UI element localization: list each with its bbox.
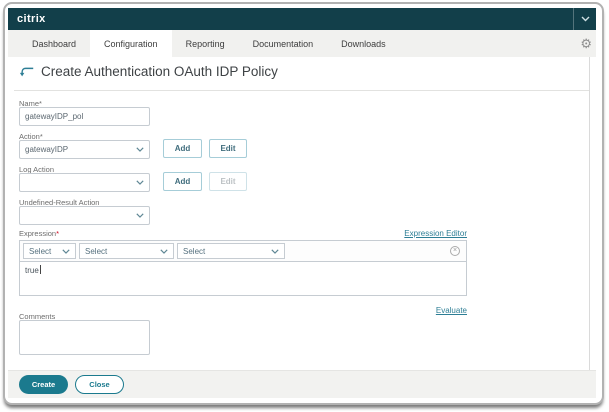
page-title: Create Authentication OAuth IDP Policy	[41, 64, 278, 79]
main-nav-tabs: Dashboard Configuration Reporting Docume…	[8, 30, 596, 57]
expression-select-3-value: Select	[183, 247, 205, 256]
action-select[interactable]: gatewayIDP	[19, 140, 150, 159]
chevron-down-icon	[136, 180, 144, 185]
brand-bar: citrix	[8, 8, 596, 30]
action-add-button[interactable]: Add	[163, 139, 202, 158]
text-cursor	[40, 265, 41, 274]
expression-label: Expression*	[19, 229, 59, 238]
action-select-value: gatewayIDP	[25, 145, 68, 154]
expression-toolbar: Select Select Select ×	[19, 240, 467, 262]
browser-screenshot-frame: citrix Dashboard Configuration Reporting…	[3, 2, 604, 405]
citrix-logo: citrix	[17, 13, 46, 25]
scrollbar-track[interactable]	[589, 57, 590, 370]
close-button[interactable]: Close	[75, 375, 124, 394]
expression-editor-link[interactable]: Expression Editor	[404, 229, 467, 238]
title-divider	[14, 90, 589, 91]
action-edit-button[interactable]: Edit	[209, 139, 247, 158]
tab-downloads[interactable]: Downloads	[327, 30, 400, 57]
tab-dashboard-label: Dashboard	[32, 39, 76, 49]
tab-documentation-label: Documentation	[253, 39, 314, 49]
page-header: Create Authentication OAuth IDP Policy	[19, 64, 278, 79]
expression-select-1-value: Select	[29, 247, 51, 256]
required-asterisk: *	[56, 229, 59, 238]
log-action-edit-button: Edit	[209, 172, 247, 191]
chevron-down-icon	[271, 249, 279, 254]
chevron-down-icon	[581, 16, 590, 22]
expression-select-3[interactable]: Select	[177, 243, 285, 259]
clear-expression-icon[interactable]: ×	[450, 246, 460, 256]
tab-reporting[interactable]: Reporting	[172, 30, 239, 57]
user-menu-toggle[interactable]	[573, 8, 596, 30]
expression-header: Expression* Expression Editor	[19, 229, 467, 238]
chevron-down-icon	[160, 249, 168, 254]
tab-dashboard[interactable]: Dashboard	[18, 30, 90, 57]
chevron-down-icon	[136, 147, 144, 152]
form-footer: Create Close	[8, 370, 596, 398]
chevron-down-icon	[136, 213, 144, 218]
tab-downloads-label: Downloads	[341, 39, 386, 49]
tab-reporting-label: Reporting	[186, 39, 225, 49]
expression-text: true	[25, 266, 39, 275]
expression-select-1[interactable]: Select	[23, 243, 76, 259]
tab-documentation[interactable]: Documentation	[239, 30, 328, 57]
settings-gear-icon[interactable]: ⚙	[580, 30, 592, 57]
undefined-result-action-select[interactable]	[19, 206, 150, 225]
expression-select-2[interactable]: Select	[79, 243, 174, 259]
expression-select-2-value: Select	[85, 247, 107, 256]
log-action-add-button[interactable]: Add	[163, 172, 202, 191]
log-action-select[interactable]	[19, 173, 150, 192]
tab-configuration-label: Configuration	[104, 39, 158, 49]
tab-configuration[interactable]: Configuration	[90, 30, 172, 57]
comments-input[interactable]	[19, 320, 150, 355]
create-button[interactable]: Create	[19, 375, 68, 394]
name-input[interactable]	[19, 107, 150, 126]
back-arrow-icon[interactable]	[19, 65, 35, 78]
evaluate-link[interactable]: Evaluate	[436, 306, 467, 315]
evaluate-row: Evaluate	[19, 300, 467, 318]
expression-input[interactable]: true	[19, 261, 467, 296]
chevron-down-icon	[62, 249, 70, 254]
